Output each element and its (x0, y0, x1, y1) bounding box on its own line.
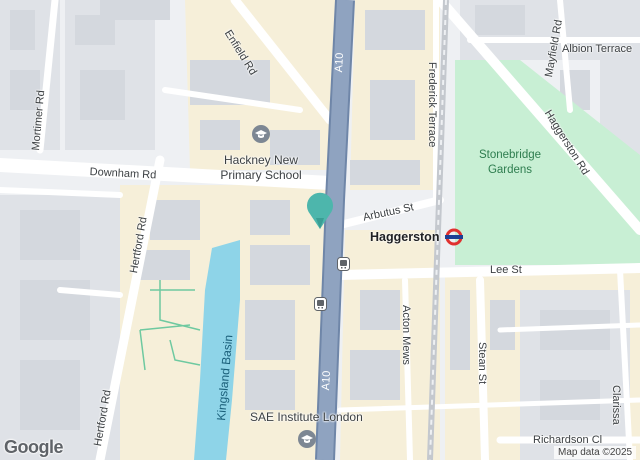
map-view[interactable]: Enfield Rd Mortimer Rd Downham Rd Hertfo… (0, 0, 640, 460)
station-label[interactable]: Haggerston (370, 230, 439, 244)
park-label-line1: Stonebridge (478, 149, 542, 161)
google-logo[interactable]: Google (4, 437, 64, 458)
road-label-acton: Acton Mews (400, 305, 412, 365)
map-data-credit[interactable]: Map data ©2025 (554, 446, 637, 459)
school-label-line2: Primary School (220, 168, 302, 182)
school-label-line1: Hackney New (223, 153, 299, 167)
road-label-albion: Albion Terrace (562, 43, 633, 55)
road-label-stean: Stean St (476, 342, 488, 385)
park-label[interactable]: Stonebridge Gardens (460, 148, 560, 178)
sae-label[interactable]: SAE Institute London (250, 410, 363, 425)
school-label[interactable]: Hackney New Primary School (186, 153, 336, 183)
road-label-richardson: Richardson Cl (533, 434, 603, 446)
road-label-a10-bottom: A10 (320, 370, 334, 391)
road-label-clarissa: Clarissa (610, 385, 622, 425)
road-label-frederick: Frederick Terrace (426, 62, 438, 148)
road-label-lee: Lee St (490, 264, 522, 276)
park-label-line2: Gardens (487, 164, 533, 176)
road-label-a10-top: A10 (333, 52, 347, 73)
